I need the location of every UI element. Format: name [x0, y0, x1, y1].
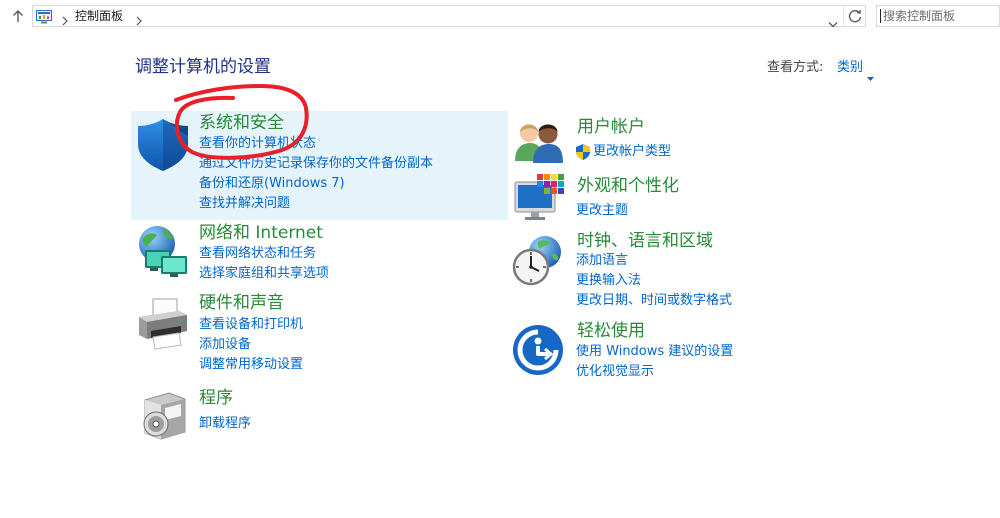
breadcrumb-chevron-icon[interactable]: [62, 11, 68, 26]
chevron-down-icon[interactable]: [828, 13, 838, 28]
link-optimize-visual-display[interactable]: 优化视觉显示: [576, 362, 654, 382]
dropdown-triangle-icon[interactable]: [867, 66, 874, 81]
appearance-icon[interactable]: [513, 172, 565, 222]
link-devices-printers[interactable]: 查看设备和打印机: [199, 315, 303, 335]
uac-shield-icon: [576, 144, 590, 160]
category-ease-of-access: 轻松使用 使用 Windows 建议的设置 优化视觉显示: [511, 319, 811, 385]
text-cursor: [880, 9, 881, 23]
category-title-system-security[interactable]: 系统和安全: [199, 113, 284, 133]
link-change-account-type[interactable]: 更改帐户类型: [593, 142, 671, 162]
link-date-time-format[interactable]: 更改日期、时间或数字格式: [576, 291, 732, 311]
category-title-programs[interactable]: 程序: [199, 388, 233, 408]
link-add-device[interactable]: 添加设备: [199, 335, 251, 355]
category-title-ease-of-access[interactable]: 轻松使用: [577, 321, 645, 341]
page-title: 调整计算机的设置: [135, 57, 271, 77]
link-add-language[interactable]: 添加语言: [576, 251, 628, 271]
address-bar[interactable]: 控制面板: [32, 5, 866, 28]
category-title-appearance[interactable]: 外观和个性化: [577, 176, 679, 196]
category-title-clock-language-region[interactable]: 时钟、语言和区域: [577, 231, 713, 251]
category-network-internet: 网络和 Internet 查看网络状态和任务 选择家庭组和共享选项: [131, 221, 508, 287]
category-title-user-accounts[interactable]: 用户帐户: [577, 117, 645, 137]
search-box[interactable]: 搜索控制面板: [876, 5, 1000, 27]
link-recommended-settings[interactable]: 使用 Windows 建议的设置: [576, 342, 733, 362]
ease-of-access-icon[interactable]: [512, 324, 564, 376]
breadcrumb-chevron-icon[interactable]: [136, 11, 142, 26]
link-change-input-method[interactable]: 更换输入法: [576, 271, 641, 291]
shield-icon[interactable]: [135, 116, 191, 172]
users-icon[interactable]: [513, 115, 565, 163]
link-file-history-backup[interactable]: 通过文件历史记录保存你的文件备份副本: [199, 154, 433, 174]
category-user-accounts: 用户帐户 更改帐户类型: [511, 115, 811, 167]
category-hardware-sound: 硬件和声音 查看设备和打印机 添加设备 调整常用移动设置: [131, 291, 508, 377]
link-view-computer-status[interactable]: 查看你的计算机状态: [199, 134, 316, 154]
category-system-security: 系统和安全 查看你的计算机状态 通过文件历史记录保存你的文件备份副本 备份和还原…: [131, 111, 508, 220]
up-arrow-icon[interactable]: [10, 8, 26, 24]
network-globe-icon[interactable]: [135, 224, 191, 280]
category-title-hardware-sound[interactable]: 硬件和声音: [199, 293, 284, 313]
category-appearance: 外观和个性化 更改主题: [511, 174, 811, 224]
breadcrumb-item-control-panel[interactable]: 控制面板: [75, 9, 123, 23]
link-troubleshoot[interactable]: 查找并解决问题: [199, 194, 290, 214]
link-uninstall-program[interactable]: 卸载程序: [199, 414, 251, 434]
clock-globe-icon[interactable]: [512, 234, 564, 286]
category-clock-language-region: 时钟、语言和区域 添加语言 更换输入法 更改日期、时间或数字格式: [511, 229, 811, 315]
link-mobility-settings[interactable]: 调整常用移动设置: [199, 355, 303, 375]
link-change-theme[interactable]: 更改主题: [576, 201, 628, 221]
view-by-dropdown[interactable]: 类别: [837, 58, 863, 78]
search-input[interactable]: 搜索控制面板: [883, 9, 955, 23]
link-homegroup-sharing[interactable]: 选择家庭组和共享选项: [199, 264, 329, 284]
view-by-label: 查看方式:: [767, 60, 824, 75]
control-panel-icon: [36, 9, 52, 24]
address-divider: [843, 6, 844, 26]
link-backup-restore[interactable]: 备份和还原(Windows 7): [199, 174, 345, 194]
category-title-network-internet[interactable]: 网络和 Internet: [199, 223, 323, 243]
category-programs: 程序 卸载程序: [131, 386, 508, 442]
link-network-status[interactable]: 查看网络状态和任务: [199, 244, 316, 264]
printer-icon[interactable]: [135, 295, 191, 351]
refresh-icon[interactable]: [847, 8, 863, 24]
programs-icon[interactable]: [139, 388, 191, 440]
toolbar: 控制面板 搜索控制面板: [0, 0, 1000, 32]
